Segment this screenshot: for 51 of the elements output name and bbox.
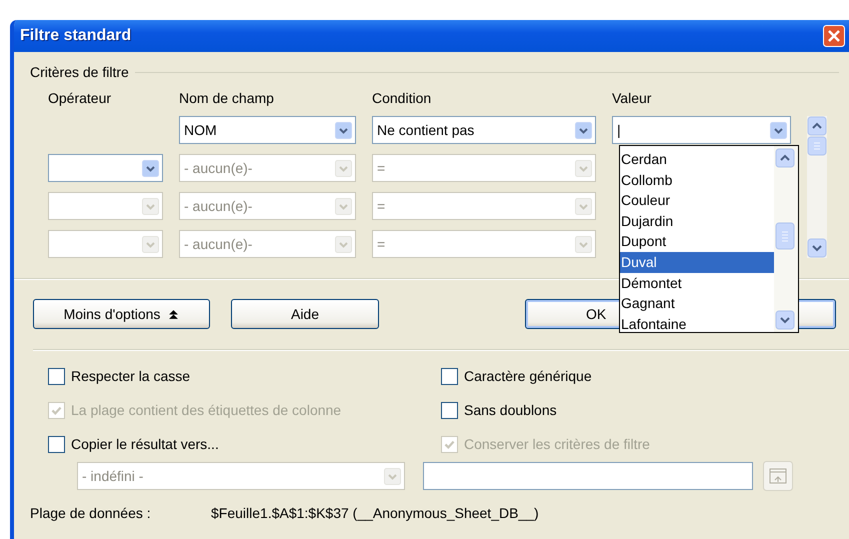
chevron-down-icon: [142, 236, 159, 252]
column-header: Opérateur: [48, 90, 112, 106]
chevron-down-icon: [384, 468, 401, 484]
chevron-down-icon: [335, 160, 352, 176]
dropdown-field[interactable]: Ne contient pas: [372, 116, 596, 144]
column-header: Nom de champ: [179, 90, 275, 106]
scroll-down-icon[interactable]: [775, 310, 795, 330]
list-item[interactable]: Dujardin: [620, 210, 774, 232]
chevron-down-icon: [335, 236, 352, 252]
close-icon[interactable]: [823, 25, 845, 47]
group-title: Critères de filtre: [30, 64, 129, 80]
dropdown-field[interactable]: |: [612, 116, 791, 144]
input-field[interactable]: [423, 462, 753, 490]
checkbox-option[interactable]: Sans doublons: [441, 399, 650, 421]
column-header: Valeur: [612, 90, 652, 106]
dialog-button[interactable]: Aide: [231, 299, 379, 329]
scroll-down-icon[interactable]: [807, 238, 827, 258]
chevron-down-icon: [575, 160, 592, 176]
dialog-button[interactable]: Moins d'options: [33, 299, 210, 329]
chevron-down-icon: [142, 160, 159, 176]
data-range-label: Plage de données :: [30, 505, 152, 521]
list-item[interactable]: Duval: [620, 252, 774, 273]
chevron-down-icon: [575, 236, 592, 252]
window-title: Filtre standard: [20, 27, 132, 45]
chevron-down-icon: [335, 122, 352, 138]
checkbox-option[interactable]: Respecter la casse: [48, 365, 441, 387]
list-item[interactable]: Démontet: [620, 272, 774, 294]
list-item[interactable]: Collomb: [620, 170, 774, 190]
chevron-down-icon: [142, 198, 159, 214]
scroll-thumb[interactable]: [775, 222, 795, 250]
scrollbar[interactable]: [807, 116, 827, 258]
chevron-down-icon: [770, 122, 787, 138]
column-header: Condition: [372, 90, 432, 106]
dropdown-field[interactable]: [48, 154, 163, 182]
list-item[interactable]: Gagnant: [620, 293, 774, 314]
data-range-value: $Feuille1.$A$1:$K$37 (__Anonymous_Sheet_DB__): [211, 505, 539, 521]
list-item[interactable]: Dupont: [620, 231, 774, 252]
checkbox-option[interactable]: Caractère générique: [441, 365, 650, 387]
checkbox-option[interactable]: Copier le résultat vers...: [48, 433, 441, 455]
chevron-down-icon: [575, 198, 592, 214]
scroll-up-icon[interactable]: [807, 116, 827, 136]
list-item[interactable]: Couleur: [620, 190, 774, 211]
scroll-thumb[interactable]: [807, 136, 827, 156]
shrink-icon[interactable]: [763, 461, 793, 491]
list-item[interactable]: Lafontaine: [620, 314, 774, 334]
dropdown-field[interactable]: NOM: [179, 116, 356, 144]
scroll-up-icon[interactable]: [775, 148, 795, 168]
chevron-down-icon: [575, 122, 592, 138]
chevron-down-icon: [335, 198, 352, 214]
double-caret-up-icon: [168, 308, 180, 320]
list-item[interactable]: Cerdan: [620, 149, 774, 170]
